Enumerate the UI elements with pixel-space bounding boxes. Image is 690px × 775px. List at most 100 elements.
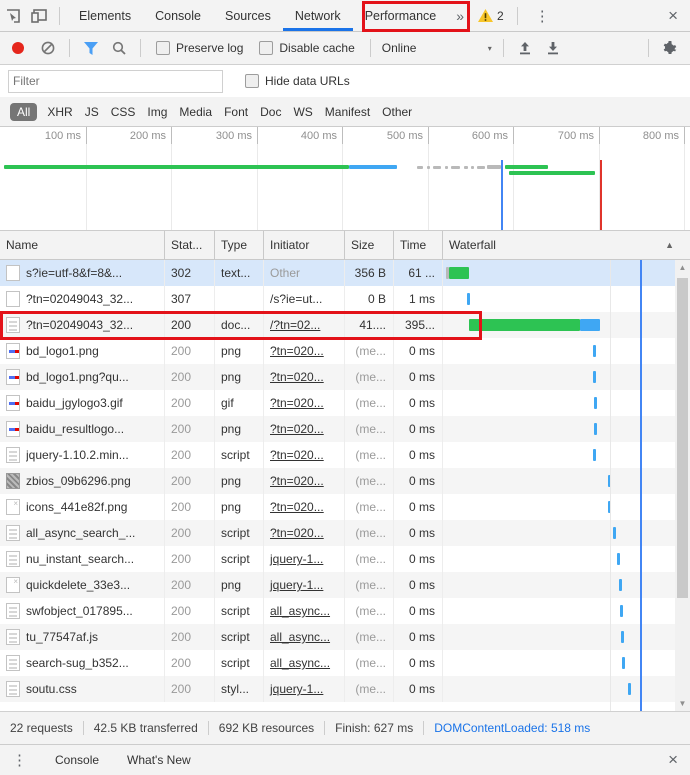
close-devtools-icon[interactable]: × [662, 6, 690, 26]
cell-initiator[interactable]: ?tn=020... [264, 520, 345, 546]
network-request-row[interactable]: swfobject_017895...200scriptall_async...… [0, 598, 690, 624]
network-request-row[interactable]: s?ie=utf-8&f=8&...302text...Other356 B61… [0, 260, 690, 286]
inspect-element-icon[interactable] [0, 4, 26, 28]
dom-content-loaded-line [501, 160, 503, 230]
cell-initiator[interactable]: jquery-1... [264, 676, 345, 702]
hide-data-urls-checkbox[interactable] [245, 74, 259, 88]
scrollbar-thumb[interactable] [677, 278, 688, 598]
column-header-waterfall[interactable]: Waterfall▲ [443, 231, 690, 259]
type-filter-media[interactable]: Media [179, 105, 212, 119]
type-filter-other[interactable]: Other [382, 105, 412, 119]
type-filter-ws[interactable]: WS [293, 105, 312, 119]
close-drawer-icon[interactable]: × [662, 750, 690, 770]
column-header-type[interactable]: Type [215, 231, 264, 259]
console-warning-badge[interactable]: 2 [472, 9, 510, 23]
waterfall-green-segment [469, 319, 580, 331]
overview-tick-label: 500 ms [387, 130, 428, 142]
cell-initiator[interactable]: ?tn=020... [264, 468, 345, 494]
network-request-row[interactable]: ?tn=02049043_32...200doc.../?tn=02...41.… [0, 312, 690, 338]
scrollbar-down-icon[interactable]: ▼ [675, 696, 690, 711]
drawer-tab-console[interactable]: Console [41, 745, 113, 775]
disable-cache-toggle[interactable]: Disable cache [259, 41, 354, 55]
network-request-row[interactable]: jquery-1.10.2.min...200script?tn=020...(… [0, 442, 690, 468]
column-header-name[interactable]: Name [0, 231, 165, 259]
type-filter-xhr[interactable]: XHR [47, 105, 72, 119]
cell-name-container: ?tn=02049043_32... [0, 286, 165, 312]
network-request-row[interactable]: ?tn=02049043_32...307/s?ie=ut...0 B1 ms [0, 286, 690, 312]
preserve-log-toggle[interactable]: Preserve log [156, 41, 243, 55]
network-request-row[interactable]: icons_441e82f.png200png?tn=020...(me...0… [0, 494, 690, 520]
cell-initiator[interactable]: all_async... [264, 624, 345, 650]
drawer-menu-icon[interactable]: ⋮ [0, 751, 41, 769]
network-request-row[interactable]: baidu_jgylogo3.gif200gif?tn=020...(me...… [0, 390, 690, 416]
network-request-row[interactable]: quickdelete_33e3...200pngjquery-1...(me.… [0, 572, 690, 598]
cell-type: png [215, 338, 264, 364]
more-tabs-icon[interactable]: » [448, 8, 472, 24]
device-toolbar-icon[interactable] [26, 4, 52, 28]
type-filter-doc[interactable]: Doc [260, 105, 281, 119]
type-filter-all[interactable]: All [10, 103, 37, 121]
preserve-log-checkbox[interactable] [156, 41, 170, 55]
cell-initiator[interactable]: ?tn=020... [264, 338, 345, 364]
tab-network[interactable]: Network [283, 1, 353, 31]
column-header-time[interactable]: Time [394, 231, 443, 259]
filter-input[interactable] [8, 70, 223, 93]
cell-status: 200 [165, 624, 215, 650]
filter-funnel-icon[interactable] [80, 37, 102, 59]
type-filter-font[interactable]: Font [224, 105, 248, 119]
import-har-icon[interactable] [514, 37, 536, 59]
tab-performance[interactable]: Performance [353, 1, 449, 31]
devtools-menu-icon[interactable]: ⋮ [525, 7, 560, 25]
type-filter-img[interactable]: Img [147, 105, 167, 119]
divider [208, 721, 209, 735]
type-filter-manifest[interactable]: Manifest [325, 105, 370, 119]
hide-data-urls-toggle[interactable]: Hide data URLs [245, 74, 350, 88]
vertical-scrollbar[interactable]: ▲▼ [675, 260, 690, 711]
waterfall-blue-segment [580, 319, 600, 331]
cell-type: png [215, 468, 264, 494]
throttling-select[interactable]: Online ▾ [382, 41, 492, 55]
record-network-log-button[interactable] [12, 42, 24, 54]
network-overview-timeline[interactable]: 100 ms200 ms300 ms400 ms500 ms600 ms700 … [0, 127, 690, 231]
summary-item: 22 requests [10, 721, 73, 735]
network-request-row[interactable]: tu_77547af.js200scriptall_async...(me...… [0, 624, 690, 650]
tab-sources[interactable]: Sources [213, 1, 283, 31]
network-request-row[interactable]: bd_logo1.png200png?tn=020...(me...0 ms [0, 338, 690, 364]
network-request-row[interactable]: all_async_search_...200script?tn=020...(… [0, 520, 690, 546]
tab-elements[interactable]: Elements [67, 1, 143, 31]
network-request-row[interactable]: search-sug_b352...200scriptall_async...(… [0, 650, 690, 676]
cell-initiator[interactable]: ?tn=020... [264, 416, 345, 442]
tab-console[interactable]: Console [143, 1, 213, 31]
cell-initiator[interactable]: ?tn=020... [264, 390, 345, 416]
column-header-initiator[interactable]: Initiator [264, 231, 345, 259]
drawer-tab-what-s-new[interactable]: What's New [113, 745, 205, 775]
cell-initiator[interactable]: all_async... [264, 650, 345, 676]
cell-initiator[interactable]: all_async... [264, 598, 345, 624]
type-filter-css[interactable]: CSS [111, 105, 136, 119]
cell-initiator[interactable]: ?tn=020... [264, 442, 345, 468]
waterfall-blue-segment [467, 293, 470, 305]
sort-arrow-icon[interactable]: ▲ [665, 231, 674, 259]
disable-cache-checkbox[interactable] [259, 41, 273, 55]
cell-initiator[interactable]: jquery-1... [264, 572, 345, 598]
search-icon[interactable] [108, 37, 130, 59]
clear-network-log-icon[interactable] [37, 37, 59, 59]
cell-name-container: swfobject_017895... [0, 598, 165, 624]
resource-type-icon-imgbaidu [6, 369, 20, 385]
network-request-row[interactable]: soutu.css200styl...jquery-1...(me...0 ms [0, 676, 690, 702]
type-filter-js[interactable]: JS [85, 105, 99, 119]
scrollbar-up-icon[interactable]: ▲ [675, 260, 690, 275]
export-har-icon[interactable] [542, 37, 564, 59]
cell-initiator[interactable]: ?tn=020... [264, 494, 345, 520]
cell-initiator[interactable]: jquery-1... [264, 546, 345, 572]
column-header-size[interactable]: Size [345, 231, 394, 259]
network-request-row[interactable]: zbios_09b6296.png200png?tn=020...(me...0… [0, 468, 690, 494]
network-request-row[interactable]: bd_logo1.png?qu...200png?tn=020...(me...… [0, 364, 690, 390]
network-settings-gear-icon[interactable] [659, 37, 681, 59]
cell-initiator[interactable]: /?tn=02... [264, 312, 345, 338]
network-request-row[interactable]: baidu_resultlogo...200png?tn=020...(me..… [0, 416, 690, 442]
chevron-down-icon: ▾ [488, 44, 492, 53]
cell-initiator[interactable]: ?tn=020... [264, 364, 345, 390]
network-request-row[interactable]: nu_instant_search...200scriptjquery-1...… [0, 546, 690, 572]
column-header-stat[interactable]: Stat... [165, 231, 215, 259]
